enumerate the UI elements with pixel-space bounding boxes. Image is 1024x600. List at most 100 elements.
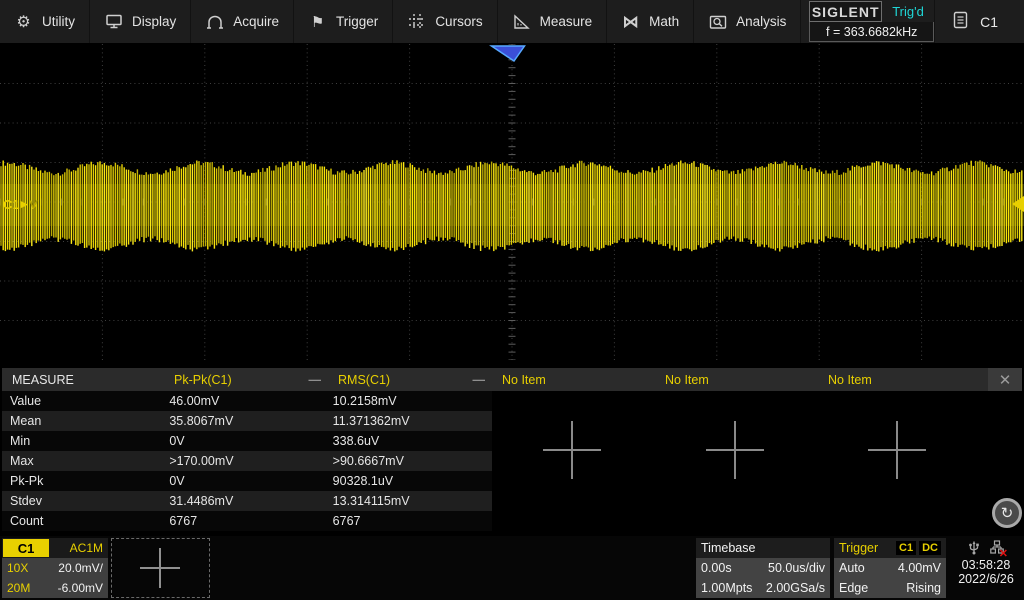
measure-row-value: Value46.00mV10.2158mV <box>2 391 492 411</box>
timebase-box[interactable]: Timebase 0.00s 50.0us/div 1.00Mpts 2.00G… <box>696 538 830 598</box>
waveform-display-area[interactable]: C1▶V <box>0 44 1024 360</box>
clock-date: 2022/6/26 <box>958 572 1014 586</box>
trigger-coupling-chip: DC <box>919 541 941 555</box>
menu-label: Measure <box>540 14 593 29</box>
measure-close-button[interactable]: ✕ <box>988 368 1022 391</box>
measure-column-5[interactable]: No Item <box>818 368 988 391</box>
measure-column-3[interactable]: No Item <box>492 368 655 391</box>
channel1-coupling: AC1M <box>70 541 108 555</box>
trigger-level-marker-icon[interactable] <box>1012 196 1024 212</box>
remove-measure-icon[interactable]: — <box>309 373 321 387</box>
gesture-circle-icon[interactable]: ↻ <box>992 498 1022 528</box>
timebase-scale: 50.0us/div <box>768 561 825 575</box>
menu-item-trigger[interactable]: ⚑Trigger <box>294 0 393 43</box>
measure-row-count: Count67676767 <box>2 511 492 531</box>
stat-label: Pk-Pk <box>2 474 169 488</box>
acquire-icon <box>205 12 224 31</box>
channel-marker-arrow-icon: ▶ <box>21 199 28 210</box>
stat-pkpk-value: 0V <box>169 474 332 488</box>
close-icon: ✕ <box>999 371 1012 389</box>
stat-rms-value: 338.6uV <box>333 434 492 448</box>
channel1-attenuation: 10X <box>7 561 28 575</box>
add-measure-slot-3-button[interactable] <box>868 421 926 479</box>
timebase-samplerate: 2.00GSa/s <box>766 581 825 595</box>
stat-pkpk-value: >170.00mV <box>169 454 332 468</box>
menu-item-cursors[interactable]: Cursors <box>393 0 497 43</box>
trigger-box[interactable]: Trigger C1 DC Auto 4.00mV Edge Rising <box>834 538 946 598</box>
channel1-offset: -6.00mV <box>58 581 103 595</box>
trigger-type: Edge <box>839 581 868 595</box>
channel1-name-chip: C1 <box>3 539 49 557</box>
timebase-memdepth: 1.00Mpts <box>701 581 752 595</box>
channel-setup-button[interactable]: C1 <box>934 0 1024 43</box>
add-measure-slot-2-button[interactable] <box>706 421 764 479</box>
measure-column-label: No Item <box>502 373 546 387</box>
menu-item-display[interactable]: Display <box>90 0 191 43</box>
analysis-icon <box>708 12 727 31</box>
timebase-delay: 0.00s <box>701 561 732 575</box>
measure-row-min: Min0V338.6uV <box>2 431 492 451</box>
menu-item-measure[interactable]: Measure <box>498 0 608 43</box>
stat-rms-value: 90328.1uV <box>333 474 492 488</box>
stat-pkpk-value: 46.00mV <box>169 394 332 408</box>
menu-label: Utility <box>42 14 75 29</box>
stat-pkpk-value: 0V <box>169 434 332 448</box>
stat-rms-value: 13.314115mV <box>333 494 492 508</box>
menu-item-utility[interactable]: ⚙ Utility <box>0 0 90 43</box>
gear-icon: ⚙ <box>14 12 33 31</box>
top-menu-bar: ⚙ Utility Display Acquire ⚑TriggerCursors Mea… <box>0 0 1024 44</box>
usb-icon <box>968 539 980 558</box>
measure-row-stdev: Stdev31.4486mV13.314115mV <box>2 491 492 511</box>
channel1-descriptor-box[interactable]: C1 AC1M 10X 20.0mV/ 20M -6.00mV <box>2 538 108 598</box>
stat-pkpk-value: 35.8067mV <box>169 414 332 428</box>
brand-status-block: SIGLENT Trig'd f = 363.6682kHz <box>809 0 934 43</box>
menu-item-acquire[interactable]: Acquire <box>191 0 294 43</box>
flag-icon: ⚑ <box>308 12 327 31</box>
trigger-position-marker-icon[interactable] <box>492 46 525 61</box>
menu-label: Acquire <box>233 14 279 29</box>
stat-rms-value: >90.6667mV <box>333 454 492 468</box>
menu-item-analysis[interactable]: Analysis <box>694 0 801 43</box>
trigger-title: Trigger <box>839 541 878 555</box>
menu-label: Analysis <box>736 14 786 29</box>
lan-error-x-icon: ✕ <box>999 547 1008 560</box>
measure-column-2[interactable]: RMS(C1)— <box>328 368 492 391</box>
stat-label: Mean <box>2 414 169 428</box>
graticule-grid <box>0 44 1024 360</box>
menu-label: Math <box>649 14 679 29</box>
monitor-icon <box>104 12 123 31</box>
menu-label: Display <box>132 14 176 29</box>
menu-item-math[interactable]: ⋈Math <box>607 0 694 43</box>
timebase-title: Timebase <box>701 541 755 555</box>
add-channel-button[interactable] <box>111 538 210 598</box>
bottom-status-bar: C1 AC1M 10X 20.0mV/ 20M -6.00mV Timebase… <box>0 536 1024 600</box>
stat-label: Min <box>2 434 169 448</box>
stat-pkpk-value: 31.4486mV <box>169 494 332 508</box>
measure-column-4[interactable]: No Item <box>655 368 818 391</box>
cursors-icon <box>407 12 426 31</box>
measure-column-label: Pk-Pk(C1) <box>174 373 232 387</box>
lan-disconnected-icon: ✕ <box>990 540 1004 557</box>
trigger-mode: Auto <box>839 561 865 575</box>
measure-row-pk-pk: Pk-Pk0V90328.1uV <box>2 471 492 491</box>
measure-panel-title: MEASURE <box>2 368 164 391</box>
trigger-level: 4.00mV <box>898 561 941 575</box>
measure-row-mean: Mean35.8067mV11.371362mV <box>2 411 492 431</box>
oscilloscope-screen: ⚙UtilityDisplayAcquire⚑TriggerCursorsMea… <box>0 0 1024 600</box>
add-measure-slot-1-button[interactable] <box>543 421 601 479</box>
remove-measure-icon[interactable]: — <box>473 373 485 387</box>
measure-column-1[interactable]: Pk-Pk(C1) — <box>164 368 328 391</box>
channel1-bandwidth: 20M <box>7 581 30 595</box>
trigger-source-chip: C1 <box>896 541 916 555</box>
channel-zero-level-marker[interactable]: C1▶V <box>3 197 38 212</box>
stat-label: Stdev <box>2 494 169 508</box>
trigger-status-badge: Trig'd <box>882 1 934 22</box>
measure-row-max: Max>170.00mV>90.6667mV <box>2 451 492 471</box>
clock-time: 03:58:28 <box>962 558 1011 572</box>
measure-column-label: No Item <box>828 373 872 387</box>
channel1-scale: 20.0mV/ <box>58 561 103 575</box>
channel-button-label: C1 <box>980 14 998 30</box>
siglent-logo: SIGLENT <box>809 1 882 22</box>
stat-rms-value: 6767 <box>333 514 492 528</box>
trigger-slope: Rising <box>906 581 941 595</box>
